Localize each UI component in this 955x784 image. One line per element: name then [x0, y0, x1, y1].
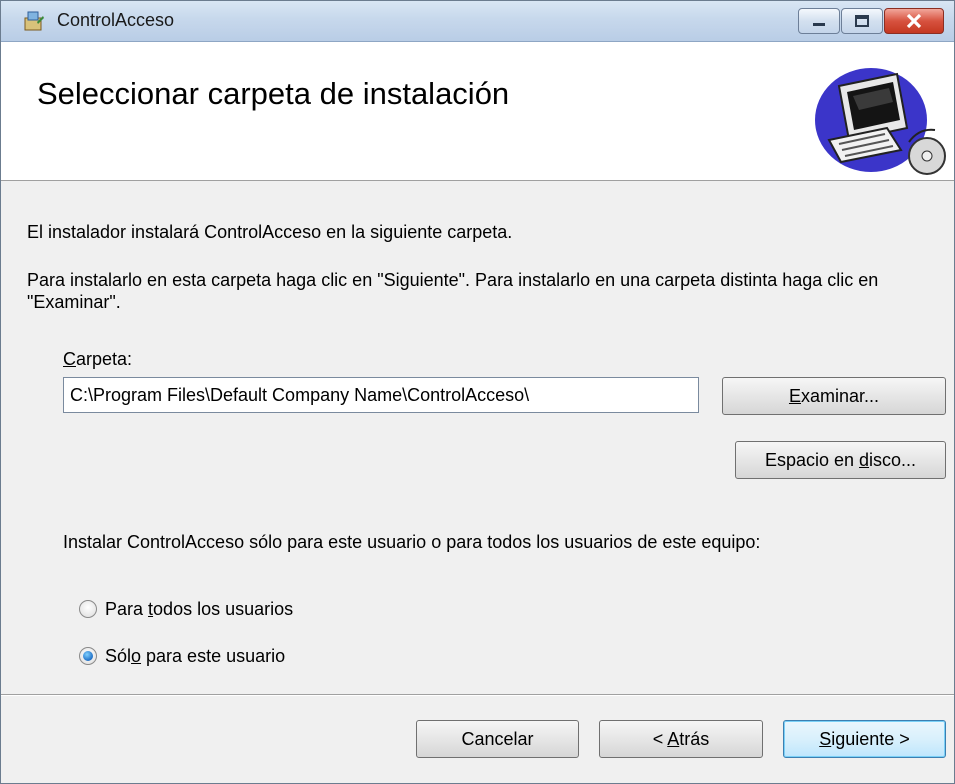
intro-text: El instalador instalará ControlAcceso en…: [27, 222, 513, 242]
radio-all-users-label: Para todos los usuarios: [105, 599, 294, 619]
wizard-header: Seleccionar carpeta de instalación: [1, 42, 954, 181]
close-icon: [906, 13, 922, 29]
folder-label: Carpeta:: [63, 349, 133, 369]
page-title: Seleccionar carpeta de instalación: [37, 76, 510, 111]
back-button[interactable]: < Atrás: [599, 720, 763, 758]
scope-question: Instalar ControlAcceso sólo para este us…: [63, 532, 761, 552]
minimize-button[interactable]: [798, 8, 840, 34]
installer-app-icon: [24, 11, 44, 31]
footer-separator-highlight: [1, 695, 954, 696]
maximize-icon: [855, 15, 869, 27]
cancel-button[interactable]: Cancelar: [416, 720, 579, 758]
radio-only-me-label: Sólo para este usuario: [105, 646, 286, 666]
disk-cost-button[interactable]: Espacio en disco...: [735, 441, 946, 479]
computer-setup-icon: [815, 68, 946, 175]
browse-button[interactable]: Examinar...: [722, 377, 946, 415]
minimize-icon: [813, 23, 825, 26]
installer-window: ControlAcceso Seleccionar carpeta de ins…: [0, 0, 955, 784]
window-title: ControlAcceso: [57, 10, 175, 30]
maximize-button[interactable]: [841, 8, 883, 34]
radio-all-users[interactable]: [79, 600, 97, 618]
next-button[interactable]: Siguiente >: [783, 720, 946, 758]
radio-only-me[interactable]: [79, 647, 97, 665]
title-bar[interactable]: ControlAcceso: [1, 1, 954, 42]
instructions-text: Para instalarlo en esta carpeta haga cli…: [27, 270, 879, 312]
close-button[interactable]: [884, 8, 944, 34]
folder-path-input[interactable]: [63, 377, 699, 413]
